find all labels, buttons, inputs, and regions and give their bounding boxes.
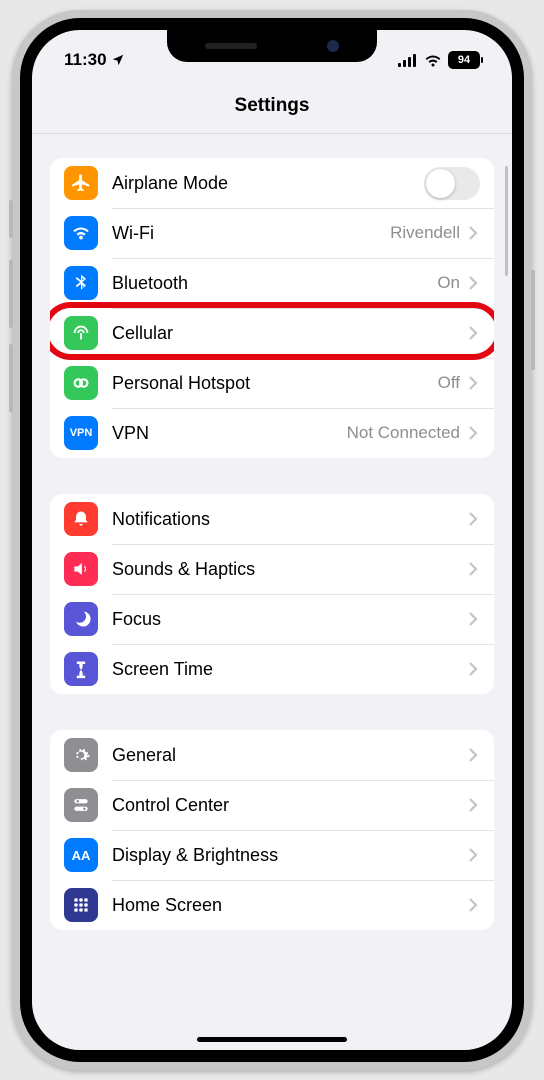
row-detail: Off	[438, 373, 460, 393]
speaker	[205, 43, 257, 49]
row-detail: Not Connected	[347, 423, 460, 443]
row-label: Display & Brightness	[112, 845, 468, 866]
row-screen-time[interactable]: Screen Time	[50, 644, 494, 694]
display-icon: AA	[64, 838, 98, 872]
row-label: General	[112, 745, 468, 766]
control-center-icon	[64, 788, 98, 822]
row-label: Personal Hotspot	[112, 373, 438, 394]
row-label: Airplane Mode	[112, 173, 424, 194]
row-label: Sounds & Haptics	[112, 559, 468, 580]
notch	[167, 30, 377, 62]
volume-down-button	[9, 344, 13, 412]
chevron-right-icon	[468, 897, 480, 913]
row-bluetooth[interactable]: Bluetooth On	[50, 258, 494, 308]
row-label: Cellular	[112, 323, 468, 344]
chevron-right-icon	[468, 325, 480, 341]
wifi-icon	[64, 216, 98, 250]
settings-group-attention: Notifications Sounds & Haptics	[50, 494, 494, 694]
row-sounds-haptics[interactable]: Sounds & Haptics	[50, 544, 494, 594]
row-label: Bluetooth	[112, 273, 437, 294]
volume-up-button	[9, 260, 13, 328]
front-camera	[327, 40, 339, 52]
chevron-right-icon	[468, 611, 480, 627]
nav-bar: Settings	[32, 78, 512, 134]
row-label: Focus	[112, 609, 468, 630]
chevron-right-icon	[468, 797, 480, 813]
row-personal-hotspot[interactable]: Personal Hotspot Off	[50, 358, 494, 408]
notifications-icon	[64, 502, 98, 536]
device-frame: 11:30 94 Settings	[12, 10, 532, 1070]
chevron-right-icon	[468, 225, 480, 241]
content[interactable]: Airplane Mode Wi-Fi Rivendell	[32, 134, 512, 1050]
row-control-center[interactable]: Control Center	[50, 780, 494, 830]
general-icon	[64, 738, 98, 772]
row-label: Screen Time	[112, 659, 468, 680]
screentime-icon	[64, 652, 98, 686]
home-screen-icon	[64, 888, 98, 922]
power-button	[531, 270, 535, 370]
device-bezel: 11:30 94 Settings	[20, 18, 524, 1062]
chevron-right-icon	[468, 747, 480, 763]
row-wifi[interactable]: Wi-Fi Rivendell	[50, 208, 494, 258]
chevron-right-icon	[468, 661, 480, 677]
chevron-right-icon	[468, 275, 480, 291]
row-display-brightness[interactable]: AA Display & Brightness	[50, 830, 494, 880]
vpn-icon: VPN	[64, 416, 98, 450]
scrollbar[interactable]	[505, 166, 508, 276]
row-label: Wi-Fi	[112, 223, 390, 244]
row-airplane-mode[interactable]: Airplane Mode	[50, 158, 494, 208]
row-detail: Rivendell	[390, 223, 460, 243]
cellular-icon	[64, 316, 98, 350]
airplane-toggle[interactable]	[424, 167, 480, 200]
row-cellular[interactable]: Cellular	[50, 308, 494, 358]
row-vpn[interactable]: VPN VPN Not Connected	[50, 408, 494, 458]
row-general[interactable]: General	[50, 730, 494, 780]
row-label: Notifications	[112, 509, 468, 530]
settings-group-connectivity: Airplane Mode Wi-Fi Rivendell	[50, 158, 494, 458]
airplane-icon	[64, 166, 98, 200]
cellular-signal-icon	[398, 54, 418, 67]
row-label: VPN	[112, 423, 347, 444]
bluetooth-icon	[64, 266, 98, 300]
chevron-right-icon	[468, 847, 480, 863]
row-focus[interactable]: Focus	[50, 594, 494, 644]
home-indicator[interactable]	[197, 1037, 347, 1042]
row-notifications[interactable]: Notifications	[50, 494, 494, 544]
sounds-icon	[64, 552, 98, 586]
page-title: Settings	[235, 95, 310, 117]
screen: 11:30 94 Settings	[32, 30, 512, 1050]
row-label: Home Screen	[112, 895, 468, 916]
chevron-right-icon	[468, 425, 480, 441]
mute-switch	[9, 200, 13, 238]
settings-group-general: General Control Center AA Display & Brig…	[50, 730, 494, 930]
battery-indicator: 94	[448, 51, 480, 69]
row-label: Control Center	[112, 795, 468, 816]
chevron-right-icon	[468, 375, 480, 391]
chevron-right-icon	[468, 511, 480, 527]
location-icon	[111, 53, 125, 67]
row-detail: On	[437, 273, 460, 293]
clock: 11:30	[64, 50, 107, 70]
row-home-screen[interactable]: Home Screen	[50, 880, 494, 930]
chevron-right-icon	[468, 561, 480, 577]
hotspot-icon	[64, 366, 98, 400]
focus-icon	[64, 602, 98, 636]
wifi-icon	[424, 54, 442, 67]
